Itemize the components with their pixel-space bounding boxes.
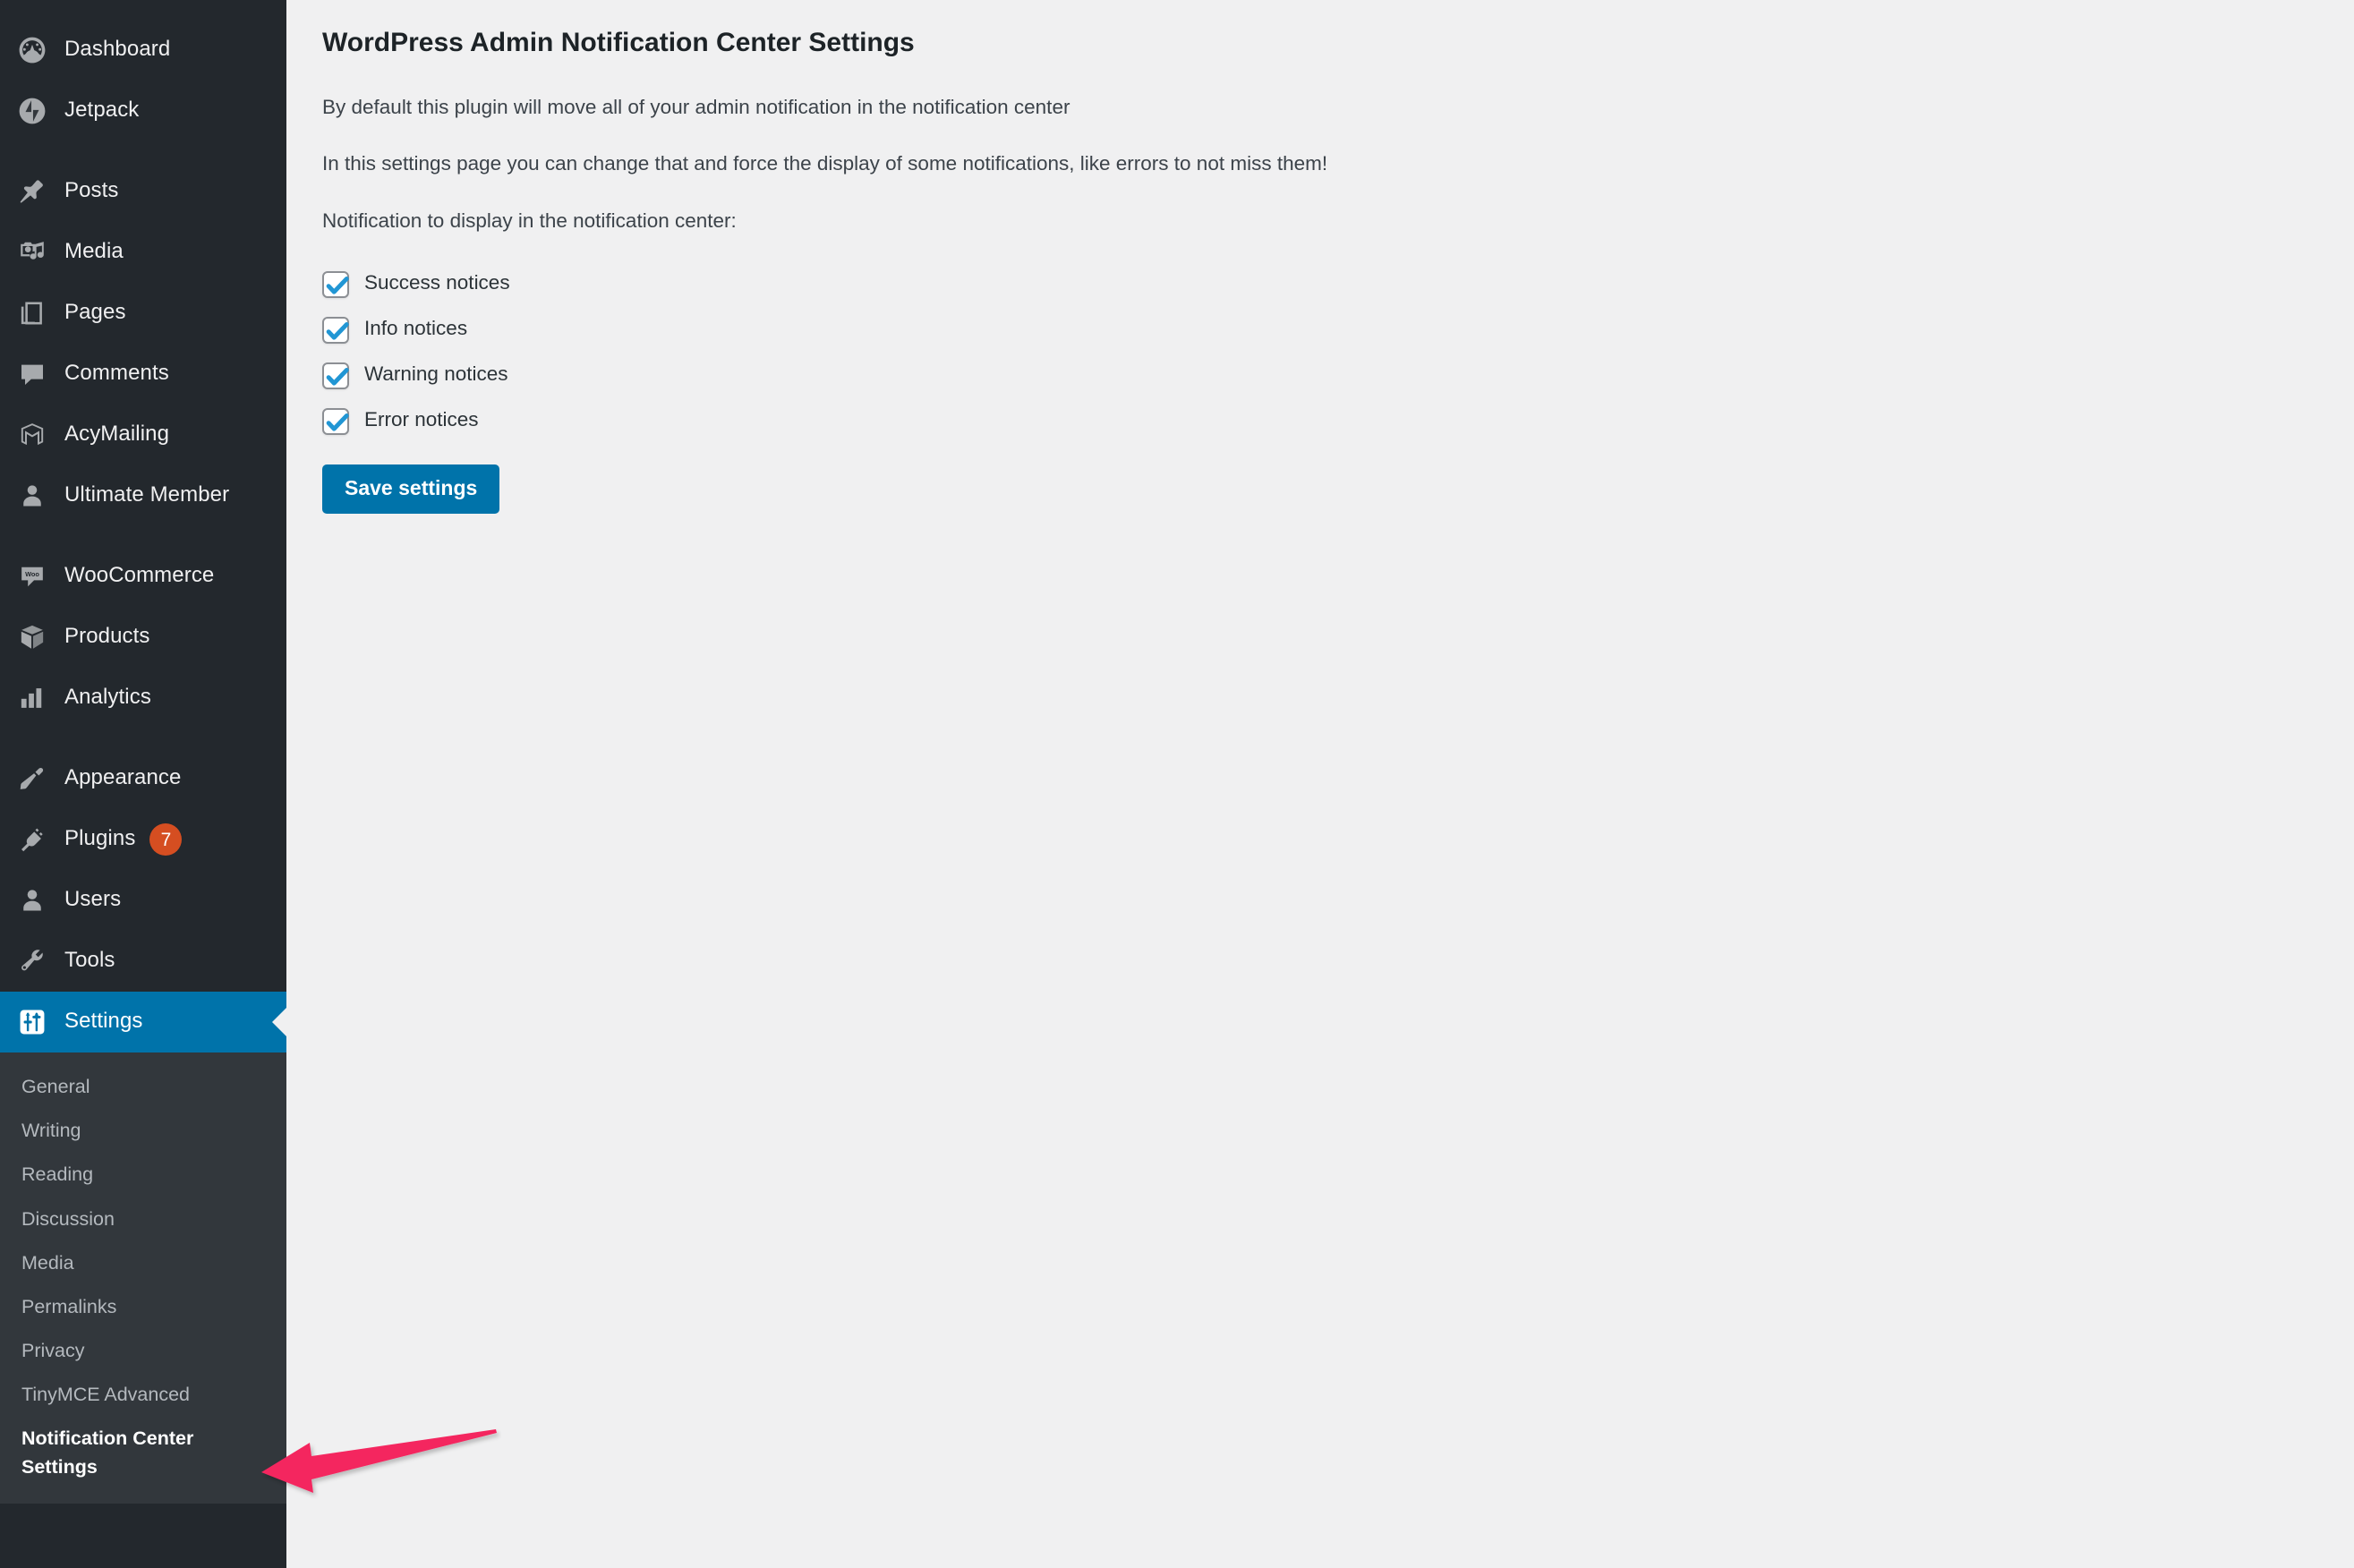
checkbox-label: Success notices <box>364 271 510 294</box>
submenu-item-media[interactable]: Media <box>0 1241 286 1285</box>
checkbox-label: Info notices <box>364 317 468 339</box>
admin-menu: Dashboard Jetpack Posts Media Pages Comm… <box>0 0 286 1504</box>
user-icon <box>14 478 50 514</box>
jetpack-icon <box>14 93 50 129</box>
sidebar-item-pages[interactable]: Pages <box>0 283 286 344</box>
sidebar-item-settings[interactable]: Settings <box>0 992 286 1052</box>
sidebar-item-comments[interactable]: Comments <box>0 344 286 405</box>
menu-spacer-2 <box>0 526 286 546</box>
sidebar-item-media[interactable]: Media <box>0 222 286 283</box>
acymailing-icon <box>14 417 50 453</box>
sidebar-item-products[interactable]: Products <box>0 607 286 668</box>
plug-icon <box>14 822 50 857</box>
sidebar-item-posts[interactable]: Posts <box>0 161 286 222</box>
intro-paragraph-2: In this settings page you can change tha… <box>322 151 1328 175</box>
admin-sidebar: Dashboard Jetpack Posts Media Pages Comm… <box>0 0 286 1568</box>
sidebar-item-tools[interactable]: Tools <box>0 931 286 992</box>
intro-paragraph-1: By default this plugin will move all of … <box>322 96 1070 118</box>
sidebar-item-dashboard[interactable]: Dashboard <box>0 20 286 81</box>
sidebar-item-label: Jetpack <box>64 98 140 122</box>
menu-spacer-3 <box>0 729 286 748</box>
submenu-item-permalinks[interactable]: Permalinks <box>0 1285 286 1329</box>
settings-submenu-container: General Writing Reading Discussion Media… <box>0 1052 286 1504</box>
settings-sliders-icon <box>14 1004 50 1040</box>
sidebar-item-ultimate-member[interactable]: Ultimate Member <box>0 465 286 526</box>
box-icon <box>14 619 50 655</box>
settings-submenu: General Writing Reading Discussion Media… <box>0 1052 286 1504</box>
submenu-item-reading[interactable]: Reading <box>0 1153 286 1197</box>
submenu-item-privacy[interactable]: Privacy <box>0 1329 286 1373</box>
menu-spacer-1 <box>0 141 286 161</box>
page-title: WordPress Admin Notification Center Sett… <box>322 28 915 57</box>
sidebar-item-label: Products <box>64 624 150 648</box>
submenu-item-general[interactable]: General <box>0 1065 286 1109</box>
checkbox-checked-icon[interactable] <box>322 407 349 435</box>
paintbrush-icon <box>14 761 50 797</box>
sidebar-item-analytics[interactable]: Analytics <box>0 668 286 729</box>
checkbox-row-info-notices[interactable]: Info notices <box>322 307 2354 353</box>
sidebar-item-label: Plugins <box>64 826 136 850</box>
sidebar-item-label: Settings <box>64 1009 143 1033</box>
plugins-update-badge: 7 <box>149 823 183 856</box>
checkbox-row-warning-notices[interactable]: Warning notices <box>322 353 2354 398</box>
menu-spacer-top <box>0 0 286 20</box>
sidebar-item-plugins[interactable]: Plugins 7 <box>0 809 286 870</box>
settings-page-wrap: WordPress Admin Notification Center Sett… <box>286 0 2354 515</box>
sidebar-item-acymailing[interactable]: AcyMailing <box>0 405 286 465</box>
checkbox-group-label: Notification to display in the notificat… <box>322 209 737 232</box>
dashboard-icon <box>14 32 50 68</box>
wrench-icon <box>14 943 50 979</box>
sidebar-item-label: WooCommerce <box>64 563 215 587</box>
submenu-item-tinymce-advanced[interactable]: TinyMCE Advanced <box>0 1373 286 1417</box>
save-settings-button[interactable]: Save settings <box>322 464 500 515</box>
sidebar-item-label: Analytics <box>64 685 151 709</box>
sidebar-item-label: Pages <box>64 300 126 324</box>
sidebar-item-label: Comments <box>64 361 169 385</box>
bar-chart-icon <box>14 680 50 716</box>
sidebar-item-label: Appearance <box>64 765 182 789</box>
sidebar-item-label: Posts <box>64 178 119 202</box>
sidebar-item-label: Tools <box>64 948 115 972</box>
checkbox-row-success-notices[interactable]: Success notices <box>322 261 2354 307</box>
sidebar-item-users[interactable]: Users <box>0 870 286 931</box>
checkbox-label: Warning notices <box>364 362 508 385</box>
submenu-item-notification-center-settings[interactable]: Notification Center Settings <box>0 1417 286 1488</box>
submenu-item-writing[interactable]: Writing <box>0 1109 286 1153</box>
users-icon <box>14 882 50 918</box>
checkbox-checked-icon[interactable] <box>322 270 349 298</box>
sidebar-item-label: Users <box>64 887 122 911</box>
pages-icon <box>14 295 50 331</box>
pin-icon <box>14 174 50 209</box>
sidebar-item-jetpack[interactable]: Jetpack <box>0 81 286 141</box>
svg-text:Woo: Woo <box>25 570 39 578</box>
main-content: WordPress Admin Notification Center Sett… <box>286 0 2354 1568</box>
woocommerce-icon: Woo <box>14 558 50 594</box>
sidebar-item-label: Media <box>64 239 124 263</box>
sidebar-item-woocommerce[interactable]: Woo WooCommerce <box>0 546 286 607</box>
sidebar-item-appearance[interactable]: Appearance <box>0 748 286 809</box>
checkbox-checked-icon[interactable] <box>322 362 349 389</box>
checkbox-label: Error notices <box>364 408 479 430</box>
checkbox-row-error-notices[interactable]: Error notices <box>322 398 2354 444</box>
media-icon <box>14 234 50 270</box>
comments-icon <box>14 356 50 392</box>
sidebar-item-label: Ultimate Member <box>64 482 230 507</box>
sidebar-item-label: AcyMailing <box>64 422 170 446</box>
submenu-item-discussion[interactable]: Discussion <box>0 1197 286 1241</box>
checkbox-checked-icon[interactable] <box>322 316 349 344</box>
notice-type-checkbox-list: Success notices Info notices Warning not… <box>322 261 2354 444</box>
sidebar-item-label: Dashboard <box>64 37 171 61</box>
